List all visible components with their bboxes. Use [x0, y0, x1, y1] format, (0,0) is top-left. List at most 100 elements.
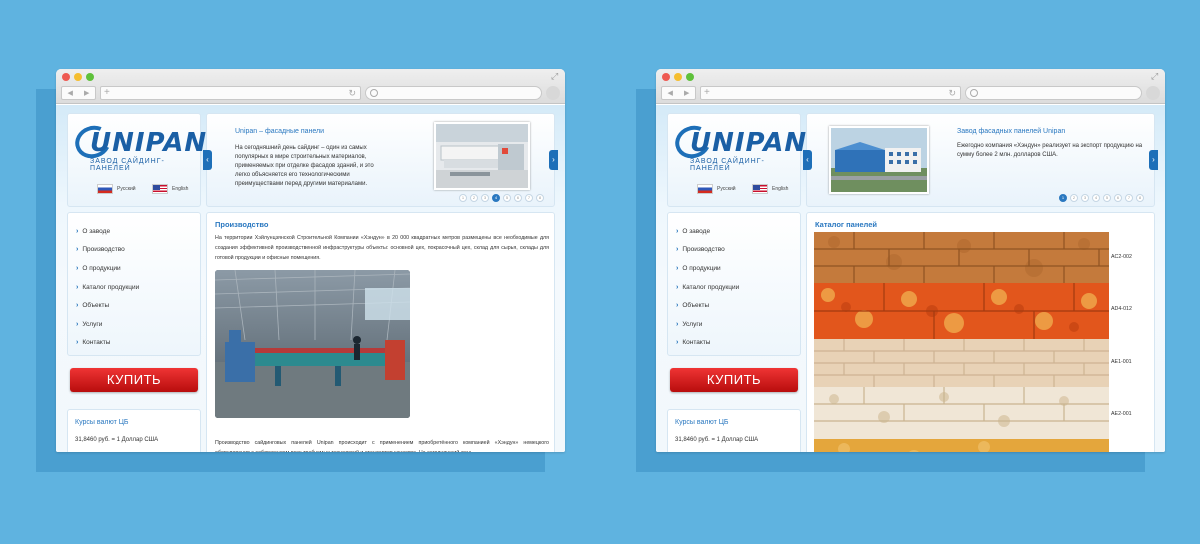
slider-dot[interactable]: 1 — [459, 194, 467, 202]
maximize-window-button[interactable] — [686, 73, 694, 81]
forward-icon[interactable]: ▶ — [684, 89, 689, 97]
sidebar-item-catalog[interactable]: › Каталог продукции — [668, 278, 800, 297]
chevron-right-icon: › — [676, 227, 679, 235]
slider-title: Завод фасадных панелей Unipan — [957, 128, 1066, 135]
sidebar-item-objects[interactable]: › Объекты — [668, 296, 800, 315]
browser-menu-button[interactable] — [1146, 86, 1160, 100]
sidebar-item-production[interactable]: › Производство — [668, 241, 800, 260]
slider-dot[interactable]: 4 — [1092, 194, 1100, 202]
catalog-panel-image[interactable] — [814, 283, 1109, 339]
slider-dot-active[interactable]: 1 — [1059, 194, 1067, 202]
sidebar-item-services[interactable]: › Услуги — [668, 315, 800, 334]
slider-prev-button[interactable]: ‹ — [803, 150, 812, 170]
slider-prev-button[interactable]: ‹ — [203, 150, 212, 170]
chevron-right-icon: › — [76, 320, 79, 328]
reload-icon[interactable]: ↻ — [348, 87, 356, 99]
sidebar-item-catalog[interactable]: › Каталог продукции — [68, 278, 200, 297]
fullscreen-icon[interactable]: ⤢ — [551, 72, 560, 81]
slider-dot[interactable]: 8 — [536, 194, 544, 202]
sidebar-item-label: Контакты — [682, 339, 711, 347]
slider-dot[interactable]: 3 — [1081, 194, 1089, 202]
slider-title: Unipan – фасадные панели — [235, 128, 325, 135]
chevron-right-icon: › — [76, 227, 79, 235]
lang-ru-label: Русский — [717, 186, 736, 192]
slider-dot[interactable]: 7 — [1125, 194, 1133, 202]
website: UNIPAN ЗАВОД САЙДИНГ-ПАНЕЛЕЙ Русский Eng… — [656, 105, 1165, 452]
slider-dot[interactable]: 8 — [1136, 194, 1144, 202]
catalog-panel-image[interactable] — [814, 232, 1109, 283]
reload-icon[interactable]: ↻ — [948, 87, 956, 99]
slider-image — [434, 122, 530, 190]
sidebar-item-contacts[interactable]: › Контакты — [68, 334, 200, 353]
back-forward-buttons[interactable]: ◀ ▶ — [61, 86, 96, 100]
slider-dot[interactable]: 3 — [481, 194, 489, 202]
buy-button[interactable]: КУПИТЬ — [670, 368, 798, 392]
search-input[interactable] — [965, 86, 1142, 100]
lang-en-link[interactable]: English — [152, 184, 188, 194]
close-window-button[interactable] — [62, 73, 70, 81]
new-tab-icon[interactable]: + — [704, 87, 710, 98]
sidebar-item-about[interactable]: › О заводе — [668, 222, 800, 241]
catalog-panel-image[interactable] — [814, 339, 1109, 387]
chevron-right-icon: › — [76, 246, 79, 254]
sidebar-item-objects[interactable]: › Объекты — [68, 296, 200, 315]
browser-menu-button[interactable] — [546, 86, 560, 100]
sidebar-item-contacts[interactable]: › Контакты — [668, 334, 800, 353]
catalog-panel-code: AD4-012 — [1111, 306, 1132, 312]
fullscreen-icon[interactable]: ⤢ — [1151, 72, 1160, 81]
forward-icon[interactable]: ▶ — [84, 89, 89, 97]
logo[interactable]: UNIPAN — [690, 128, 807, 158]
lang-ru-link[interactable]: Русский — [697, 184, 736, 194]
search-input[interactable] — [365, 86, 542, 100]
minimize-window-button[interactable] — [674, 73, 682, 81]
search-icon — [370, 89, 378, 97]
slider-dot[interactable]: 5 — [503, 194, 511, 202]
rates-title: Курсы валют ЦБ — [75, 419, 129, 426]
slider-dot[interactable]: 6 — [514, 194, 522, 202]
sidebar-item-products[interactable]: › О продукции — [668, 259, 800, 278]
slider-dot[interactable]: 2 — [470, 194, 478, 202]
chevron-right-icon: › — [676, 264, 679, 272]
lang-en-link[interactable]: English — [752, 184, 788, 194]
slider-dot[interactable]: 2 — [1070, 194, 1078, 202]
sidebar-item-production[interactable]: › Производство — [68, 241, 200, 260]
minimize-window-button[interactable] — [74, 73, 82, 81]
sidebar-item-label: Производство — [82, 246, 125, 254]
sidebar-item-label: О заводе — [682, 227, 711, 235]
lang-en-label: English — [172, 186, 189, 192]
slider-dot-active[interactable]: 4 — [492, 194, 500, 202]
buy-button[interactable]: КУПИТЬ — [70, 368, 198, 392]
new-tab-icon[interactable]: + — [104, 87, 110, 98]
tab-bar[interactable]: + ↻ — [700, 86, 961, 100]
chevron-right-icon: › — [76, 264, 79, 272]
chevron-right-icon: › — [676, 339, 679, 347]
flag-ru-icon — [97, 184, 113, 194]
sidebar-item-products[interactable]: › О продукции — [68, 259, 200, 278]
sidebar-item-label: Контакты — [82, 339, 111, 347]
website: UNIPAN ЗАВОД САЙДИНГ-ПАНЕЛЕЙ Русский Eng… — [56, 105, 565, 452]
flag-us-icon — [152, 184, 168, 194]
sidebar-item-label: Каталог продукции — [82, 283, 140, 291]
page-title: Каталог панелей — [815, 220, 877, 229]
slider-dot[interactable]: 7 — [525, 194, 533, 202]
slider-dot[interactable]: 6 — [1114, 194, 1122, 202]
lang-ru-link[interactable]: Русский — [97, 184, 136, 194]
close-window-button[interactable] — [662, 73, 670, 81]
sidebar-item-label: О продукции — [682, 264, 721, 272]
tab-bar[interactable]: + ↻ — [100, 86, 361, 100]
browser-window-left: ⤢ ◀ ▶ + ↻ UNIPAN ЗАВОД САЙДИНГ-ПАНЕЛЕЙ Рус… — [56, 69, 565, 452]
sidebar-item-services[interactable]: › Услуги — [68, 315, 200, 334]
slider-next-button[interactable]: › — [549, 150, 558, 170]
maximize-window-button[interactable] — [86, 73, 94, 81]
slider-next-button[interactable]: › — [1149, 150, 1158, 170]
slider-dot[interactable]: 5 — [1103, 194, 1111, 202]
logo[interactable]: UNIPAN — [90, 128, 207, 158]
back-icon[interactable]: ◀ — [68, 89, 73, 97]
back-forward-buttons[interactable]: ◀ ▶ — [661, 86, 696, 100]
sidebar-item-about[interactable]: › О заводе — [68, 222, 200, 241]
back-icon[interactable]: ◀ — [668, 89, 673, 97]
logo-subtitle: ЗАВОД САЙДИНГ-ПАНЕЛЕЙ — [90, 158, 165, 172]
chevron-right-icon: › — [76, 339, 79, 347]
catalog-panel-image[interactable] — [814, 387, 1109, 439]
catalog-panel-image[interactable] — [814, 439, 1109, 452]
